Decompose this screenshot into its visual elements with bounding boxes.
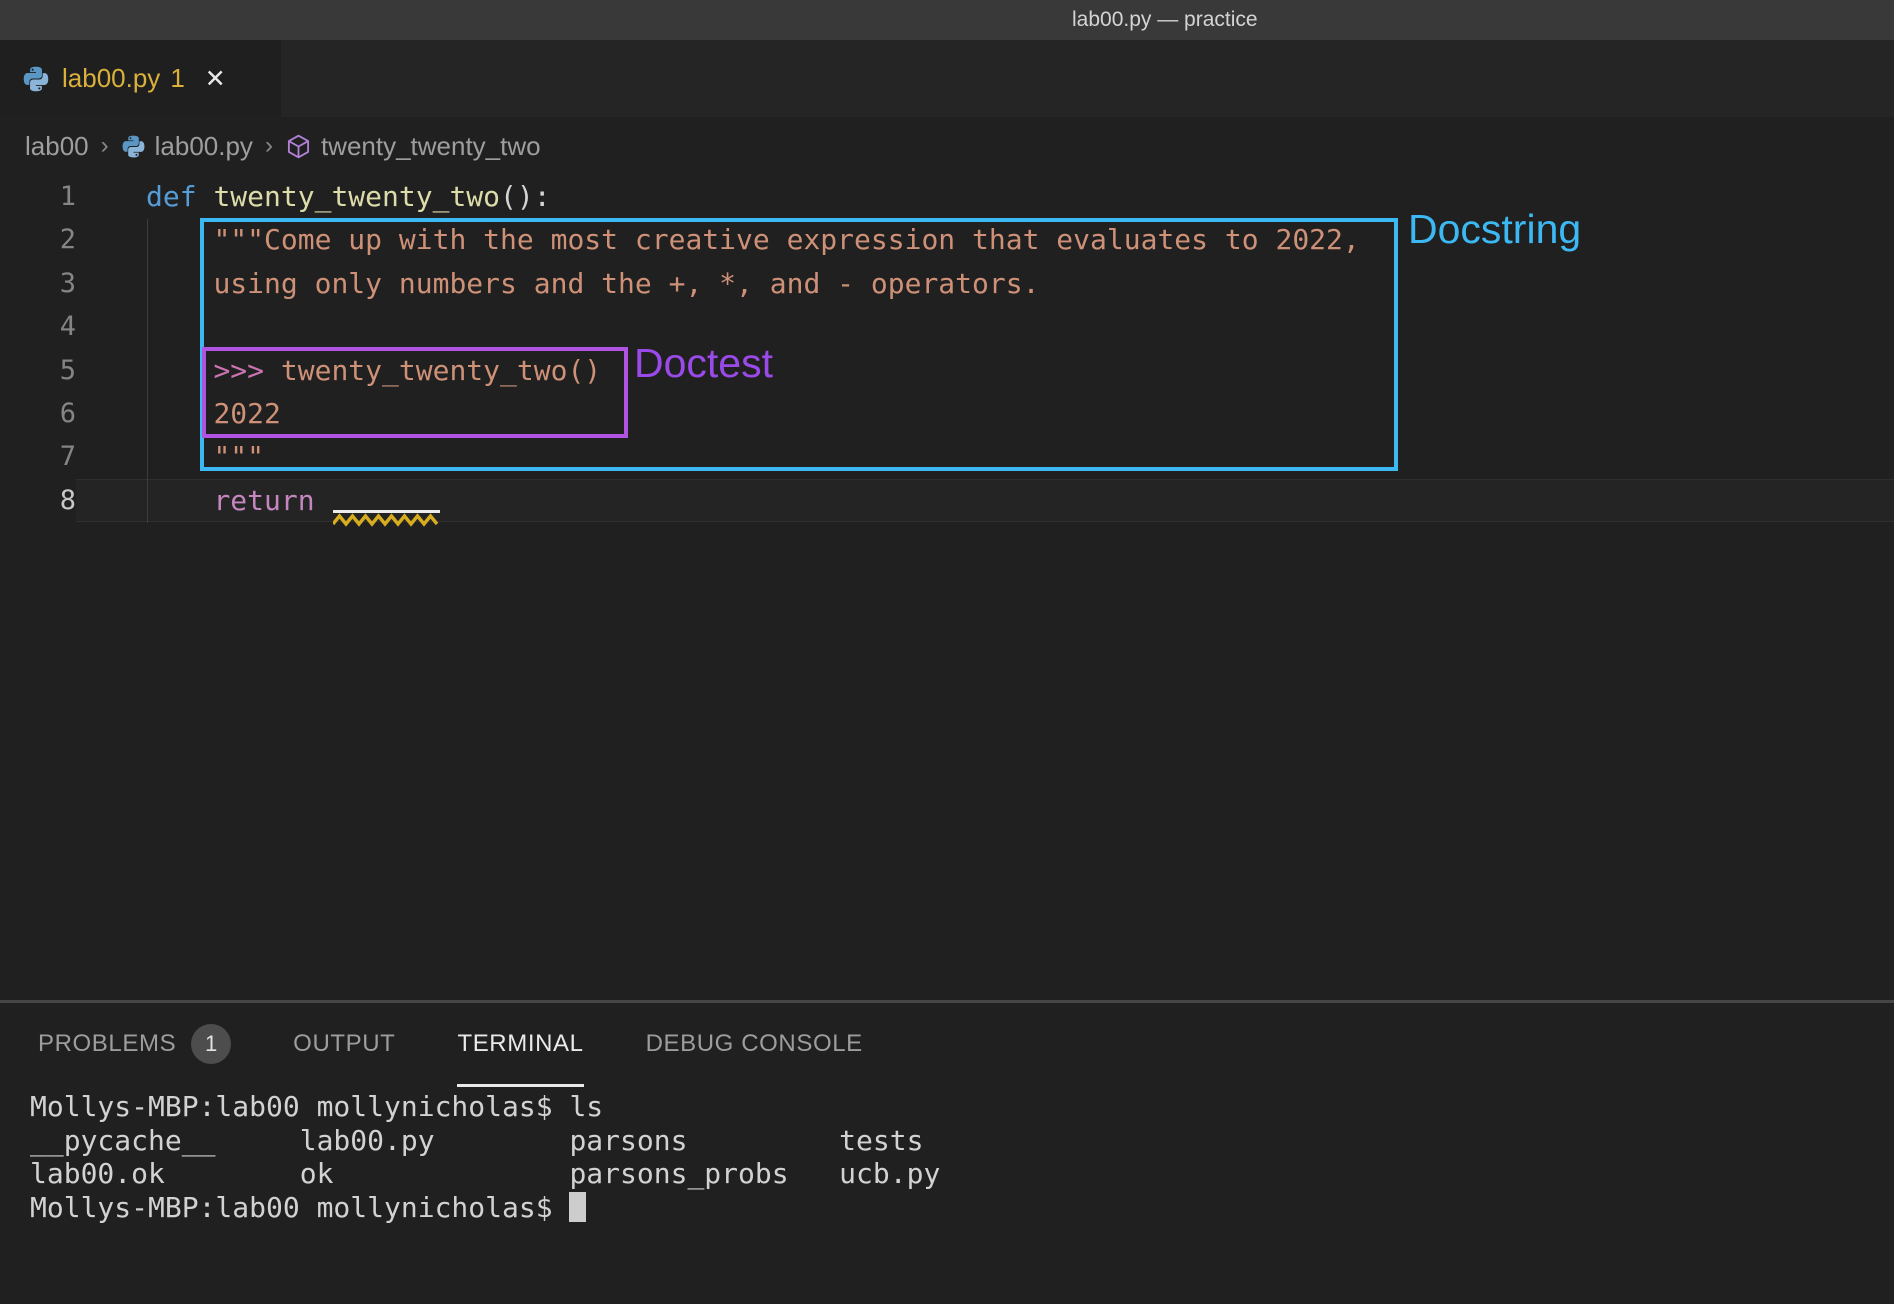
code-line[interactable]: 5 >>> twenty_twenty_two() — [0, 349, 1894, 392]
panel-tab-problems[interactable]: PROBLEMS 1 — [38, 1003, 231, 1087]
code-line-content[interactable]: 2022 — [76, 392, 1894, 435]
code-line-content[interactable] — [76, 305, 1894, 348]
line-number: 1 — [0, 175, 76, 218]
code-line-content[interactable]: """Come up with the most creative expres… — [76, 218, 1894, 261]
problems-count-badge: 1 — [191, 1024, 231, 1064]
code-line-content[interactable]: def twenty_twenty_two(): — [76, 175, 1894, 218]
line-number: 6 — [0, 392, 76, 435]
line-number: 4 — [0, 305, 76, 348]
python-icon — [22, 65, 50, 93]
code-line[interactable]: 6 2022 — [0, 392, 1894, 435]
breadcrumb-separator: › — [101, 132, 109, 160]
terminal-output[interactable]: Mollys-MBP:lab00 mollynicholas$ ls__pyca… — [30, 1090, 1894, 1224]
tab-label: lab00.py — [62, 63, 160, 94]
code-line[interactable]: 2 """Come up with the most creative expr… — [0, 218, 1894, 261]
editor-tab-strip: lab00.py 1 ✕ — [0, 40, 1894, 117]
line-number: 2 — [0, 218, 76, 261]
code-line[interactable]: 1def twenty_twenty_two(): — [0, 175, 1894, 218]
symbol-method-icon — [285, 133, 312, 160]
terminal-line: Mollys-MBP:lab00 mollynicholas$ ls — [30, 1090, 1894, 1124]
breadcrumb-item-twenty_twenty_two[interactable]: twenty_twenty_two — [285, 131, 541, 162]
line-number: 5 — [0, 349, 76, 392]
terminal-line: Mollys-MBP:lab00 mollynicholas$ — [30, 1191, 1894, 1225]
terminal-line: __pycache__ lab00.py parsons tests — [30, 1124, 1894, 1158]
code-line[interactable]: 3 using only numbers and the +, *, and -… — [0, 262, 1894, 305]
python-icon-slot — [22, 65, 50, 93]
panel-tab-label: PROBLEMS — [38, 1030, 176, 1058]
code-line[interactable]: 4 — [0, 305, 1894, 348]
editor-code[interactable]: 1def twenty_twenty_two():2 """Come up wi… — [0, 175, 1894, 522]
line-number: 3 — [0, 262, 76, 305]
breadcrumb-label: lab00.py — [155, 131, 253, 162]
title-bar: lab00.py — practice — [0, 0, 1894, 40]
breadcrumb-label: lab00 — [25, 131, 89, 162]
panel-tab-debug-console[interactable]: DEBUG CONSOLE — [646, 1003, 863, 1087]
breadcrumb-separator: › — [265, 132, 273, 160]
panel-tab-terminal[interactable]: TERMINAL — [457, 1003, 583, 1087]
indent-guide — [147, 219, 148, 523]
line-number: 7 — [0, 435, 76, 478]
breadcrumb-item-lab00[interactable]: lab00 — [25, 131, 89, 162]
code-line-content[interactable]: using only numbers and the +, *, and - o… — [76, 262, 1894, 305]
terminal-cursor — [569, 1192, 586, 1222]
panel-tab-output[interactable]: OUTPUT — [293, 1003, 395, 1087]
breadcrumb-label: twenty_twenty_two — [321, 131, 541, 162]
code-line[interactable]: 8 return — [0, 479, 1894, 522]
code-line-content[interactable]: """ — [76, 435, 1894, 478]
tab-lab00py[interactable]: lab00.py 1 ✕ — [0, 40, 281, 117]
panel-tabs: PROBLEMS 1 OUTPUT TERMINAL DEBUG CONSOLE — [0, 1003, 1894, 1087]
window-title: lab00.py — practice — [1072, 0, 1258, 40]
code-line-content[interactable]: >>> twenty_twenty_two() — [76, 349, 1894, 392]
panel-tab-label: TERMINAL — [457, 1030, 583, 1058]
code-line-content[interactable]: return — [76, 479, 1894, 522]
close-icon[interactable]: ✕ — [205, 64, 226, 94]
breadcrumb: lab00 › lab00.py › twenty_twenty_two — [0, 117, 1894, 175]
tab-problem-count: 1 — [170, 63, 184, 94]
python-icon — [121, 134, 146, 159]
breadcrumb-item-lab00.py[interactable]: lab00.py — [121, 131, 253, 162]
panel-tab-label: OUTPUT — [293, 1030, 395, 1058]
line-number: 8 — [0, 479, 76, 522]
panel-tab-label: DEBUG CONSOLE — [646, 1030, 863, 1058]
code-line[interactable]: 7 """ — [0, 435, 1894, 478]
terminal-line: lab00.ok ok parsons_probs ucb.py — [30, 1157, 1894, 1191]
